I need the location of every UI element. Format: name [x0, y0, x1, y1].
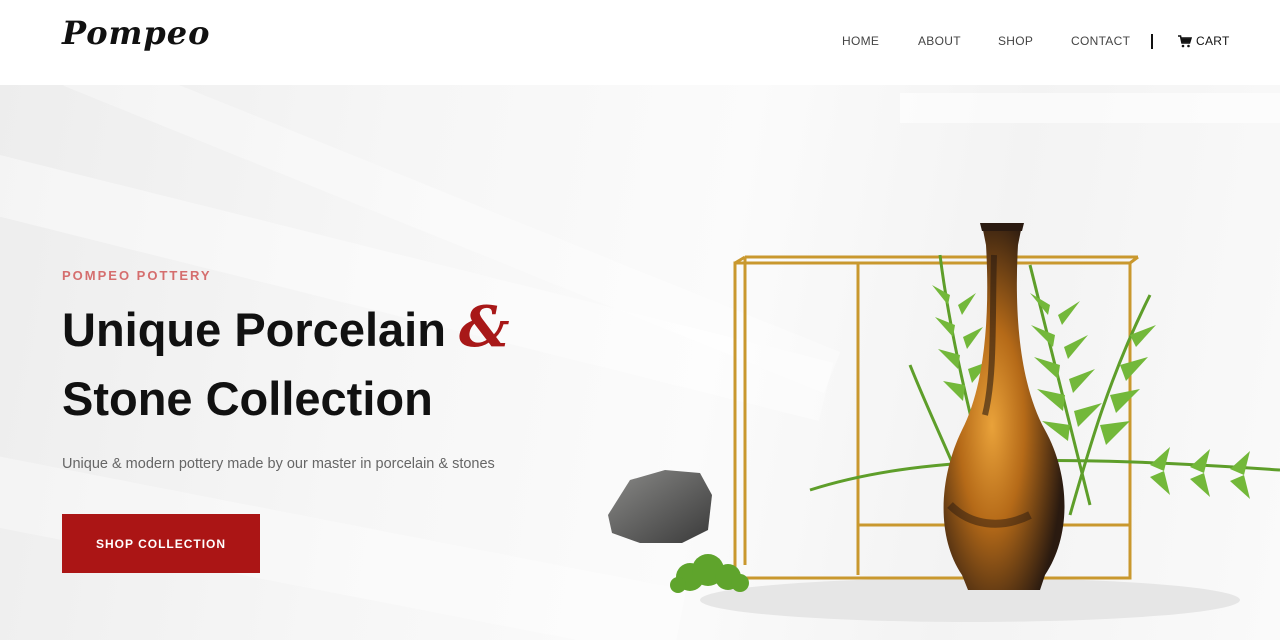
- hero-subtitle: Unique & modern pottery made by our mast…: [62, 456, 495, 472]
- hero-eyebrow: POMPEO POTTERY: [62, 268, 212, 283]
- moss: [670, 554, 749, 593]
- nav-link-home[interactable]: HOME: [842, 34, 879, 48]
- stone: [608, 470, 712, 543]
- hero-headline: Unique Porcelain & Stone Collection: [62, 293, 510, 433]
- nav-divider: [1151, 34, 1153, 49]
- headline-line-2: Stone Collection: [62, 372, 433, 425]
- nav-link-shop[interactable]: SHOP: [998, 34, 1033, 48]
- vase: [943, 225, 1065, 590]
- headline-ampersand: &: [458, 294, 510, 360]
- site-header: Pompeo HOME ABOUT SHOP CONTACT CART: [0, 0, 1280, 85]
- cart-link[interactable]: CART: [1178, 34, 1230, 48]
- shop-collection-button[interactable]: SHOP COLLECTION: [62, 514, 260, 573]
- cart-label: CART: [1196, 34, 1230, 48]
- nav-link-about[interactable]: ABOUT: [918, 34, 961, 48]
- main-nav: HOME ABOUT SHOP CONTACT: [0, 34, 1280, 52]
- shopping-cart-icon: [1178, 34, 1192, 47]
- hero-section: POMPEO POTTERY Unique Porcelain & Stone …: [0, 85, 1280, 640]
- nav-link-contact[interactable]: CONTACT: [1071, 34, 1130, 48]
- headline-line-1: Unique Porcelain: [62, 303, 446, 356]
- hero-product-image: [608, 223, 1280, 622]
